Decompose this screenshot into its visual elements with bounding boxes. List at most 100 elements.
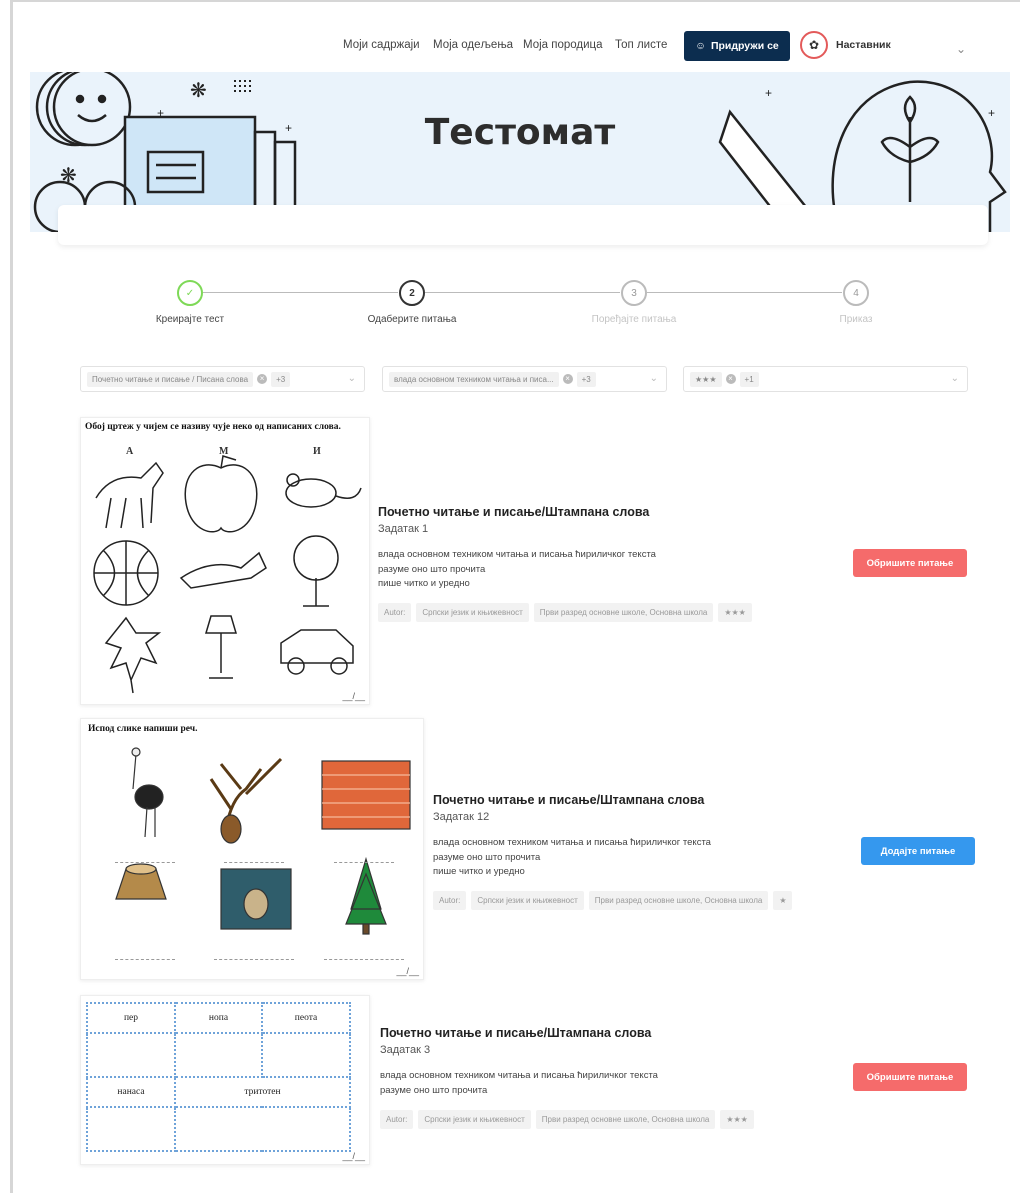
tag: Autor: <box>378 603 412 622</box>
tag: Српски језик и књижевност <box>471 891 584 910</box>
nav-top-lists[interactable]: Топ листе <box>615 39 667 51</box>
filter-more-count: +3 <box>576 371 596 387</box>
clear-icon[interactable]: × <box>562 374 573 384</box>
word-cell: нопа <box>174 1002 263 1034</box>
step-order-questions[interactable]: 3 Поређајте питања <box>534 280 734 325</box>
question-image: Обој цртеж у чијем се називу чује неко о… <box>80 417 370 705</box>
step-choose-questions[interactable]: 2 Одаберите питања <box>312 280 512 325</box>
browser-frame: Моји садржаји Моја одељења Моја породица… <box>10 0 1020 1193</box>
question-tags: Autor: Српски језик и књижевност Први ра… <box>433 891 793 910</box>
answer-line <box>324 959 404 960</box>
question-title: Почетно читање и писање/Штампана слова <box>378 505 650 519</box>
svg-text:❋: ❋ <box>190 80 207 102</box>
chevron-down-icon[interactable]: ⌄ <box>956 42 966 56</box>
word-cell: нанаса <box>86 1076 176 1108</box>
outcome-line: пише читко и уредно <box>433 866 525 877</box>
word-cell: пер <box>86 1002 176 1034</box>
question-title: Почетно читање и писање/Штампана слова <box>380 1026 652 1040</box>
filter-chip: Почетно читање и писање / Писана слова <box>87 371 254 387</box>
nav-my-classes[interactable]: Моја одељења <box>433 39 513 51</box>
user-role-label: Наставник <box>836 39 891 51</box>
page-title: Тестомат <box>424 112 616 153</box>
step-number: 2 <box>399 280 425 306</box>
word-cell: пеота <box>261 1002 351 1034</box>
question-outcomes: влада основном техником читања и писања … <box>433 836 711 880</box>
outcome-line: влада основном техником читања и писања … <box>378 549 656 560</box>
question-image: Испод слике напиши реч. __/__ <box>80 718 424 980</box>
question-outcomes: влада основном техником читања и писања … <box>378 548 656 592</box>
tag: Autor: <box>380 1110 414 1129</box>
question-outcomes: влада основном техником читања и писања … <box>380 1069 658 1098</box>
tag: Српски језик и књижевност <box>418 1110 531 1129</box>
nav-my-content[interactable]: Моји садржаји <box>343 39 420 51</box>
filter-more-count: +1 <box>739 371 759 387</box>
tag: Први разред основне школе, Основна школа <box>535 1110 716 1129</box>
question-subtitle: Задатак 1 <box>378 523 429 535</box>
chevron-down-icon[interactable]: ⌄ <box>650 373 658 384</box>
avatar[interactable]: ✿ <box>800 31 828 59</box>
top-nav: Моји садржаји Моја одељења Моја породица… <box>13 2 1020 72</box>
delete-question-button[interactable]: Обришите питање <box>853 549 967 577</box>
users-icon: ☺ <box>695 40 706 52</box>
step-label: Одаберите питања <box>367 314 457 325</box>
outcome-line: разуме оно што прочита <box>433 851 541 863</box>
join-button[interactable]: ☺ Придружи се <box>684 31 790 61</box>
tag: ★ <box>773 891 793 910</box>
coloring-drawings <box>93 455 362 694</box>
outcome-line: влада основном техником читања и писања … <box>433 837 711 848</box>
svg-text:+: + <box>765 86 772 100</box>
question-tags: Autor: Српски језик и књижевност Први ра… <box>380 1110 754 1129</box>
answer-line <box>115 959 175 960</box>
answer-line <box>334 862 394 863</box>
write-cell <box>174 1106 351 1152</box>
tag: ★★★ <box>718 603 752 622</box>
score-mark: __/__ <box>342 1151 365 1161</box>
filter-topic-select[interactable]: Почетно читање и писање / Писана слова ×… <box>80 366 365 392</box>
outcome-line: пише читко и уредно <box>378 578 470 589</box>
step-label: Поређајте питања <box>591 314 677 325</box>
filter-difficulty-select[interactable]: ★★★ × +1 ⌄ <box>683 366 968 392</box>
chevron-down-icon[interactable]: ⌄ <box>951 373 959 384</box>
step-create-test[interactable]: ✓ Креирајте тест <box>90 280 290 325</box>
check-icon: ✓ <box>177 280 203 306</box>
score-mark: __/__ <box>342 691 365 701</box>
score-mark: __/__ <box>396 966 419 976</box>
join-label: Придружи се <box>710 40 779 52</box>
question-tags: Autor: Српски језик и књижевност Први ра… <box>378 603 752 622</box>
step-number: 3 <box>621 280 647 306</box>
clear-icon[interactable]: × <box>257 374 268 384</box>
filter-outcome-select[interactable]: влада основном техником читања и писа...… <box>382 366 667 392</box>
question-subtitle: Задатак 3 <box>380 1044 431 1056</box>
word-cell: тритотен <box>174 1076 351 1108</box>
tag: Српски језик и књижевност <box>416 603 529 622</box>
answer-line <box>214 959 294 960</box>
outcome-line: разуме оно што прочита <box>380 1084 488 1096</box>
clear-icon[interactable]: × <box>725 374 736 384</box>
write-cell <box>261 1032 351 1078</box>
answer-line <box>115 862 175 863</box>
filter-chip: влада основном техником читања и писа... <box>389 371 559 387</box>
step-preview[interactable]: 4 Приказ <box>756 280 956 325</box>
svg-text:❋: ❋ <box>60 165 77 187</box>
tag: ★★★ <box>720 1110 754 1129</box>
question-title: Почетно читање и писање/Штампана слова <box>433 793 705 807</box>
outcome-line: влада основном техником читања и писања … <box>380 1070 658 1081</box>
write-cell <box>86 1106 176 1152</box>
outcome-line: разуме оно што прочита <box>378 563 486 575</box>
filter-chip: ★★★ <box>690 371 722 387</box>
step-number: 4 <box>843 280 869 306</box>
question-subtitle: Задатак 12 <box>433 811 490 823</box>
write-cell <box>86 1032 176 1078</box>
owl-icon: ✿ <box>808 38 820 52</box>
tag: Autor: <box>433 891 467 910</box>
question-image: пер нопа пеота нанаса тритотен __/__ <box>80 995 370 1165</box>
word-table: пер нопа пеота нанаса тритотен <box>86 1002 351 1152</box>
add-question-button[interactable]: Додајте питање <box>861 837 975 865</box>
filter-more-count: +3 <box>271 371 291 387</box>
chevron-down-icon[interactable]: ⌄ <box>348 373 356 384</box>
step-label: Приказ <box>839 314 873 325</box>
tag: Први разред основне школе, Основна школа <box>588 891 769 910</box>
nav-my-family[interactable]: Моја породица <box>523 39 603 51</box>
delete-question-button[interactable]: Обришите питање <box>853 1063 967 1091</box>
step-label: Креирајте тест <box>155 314 225 325</box>
